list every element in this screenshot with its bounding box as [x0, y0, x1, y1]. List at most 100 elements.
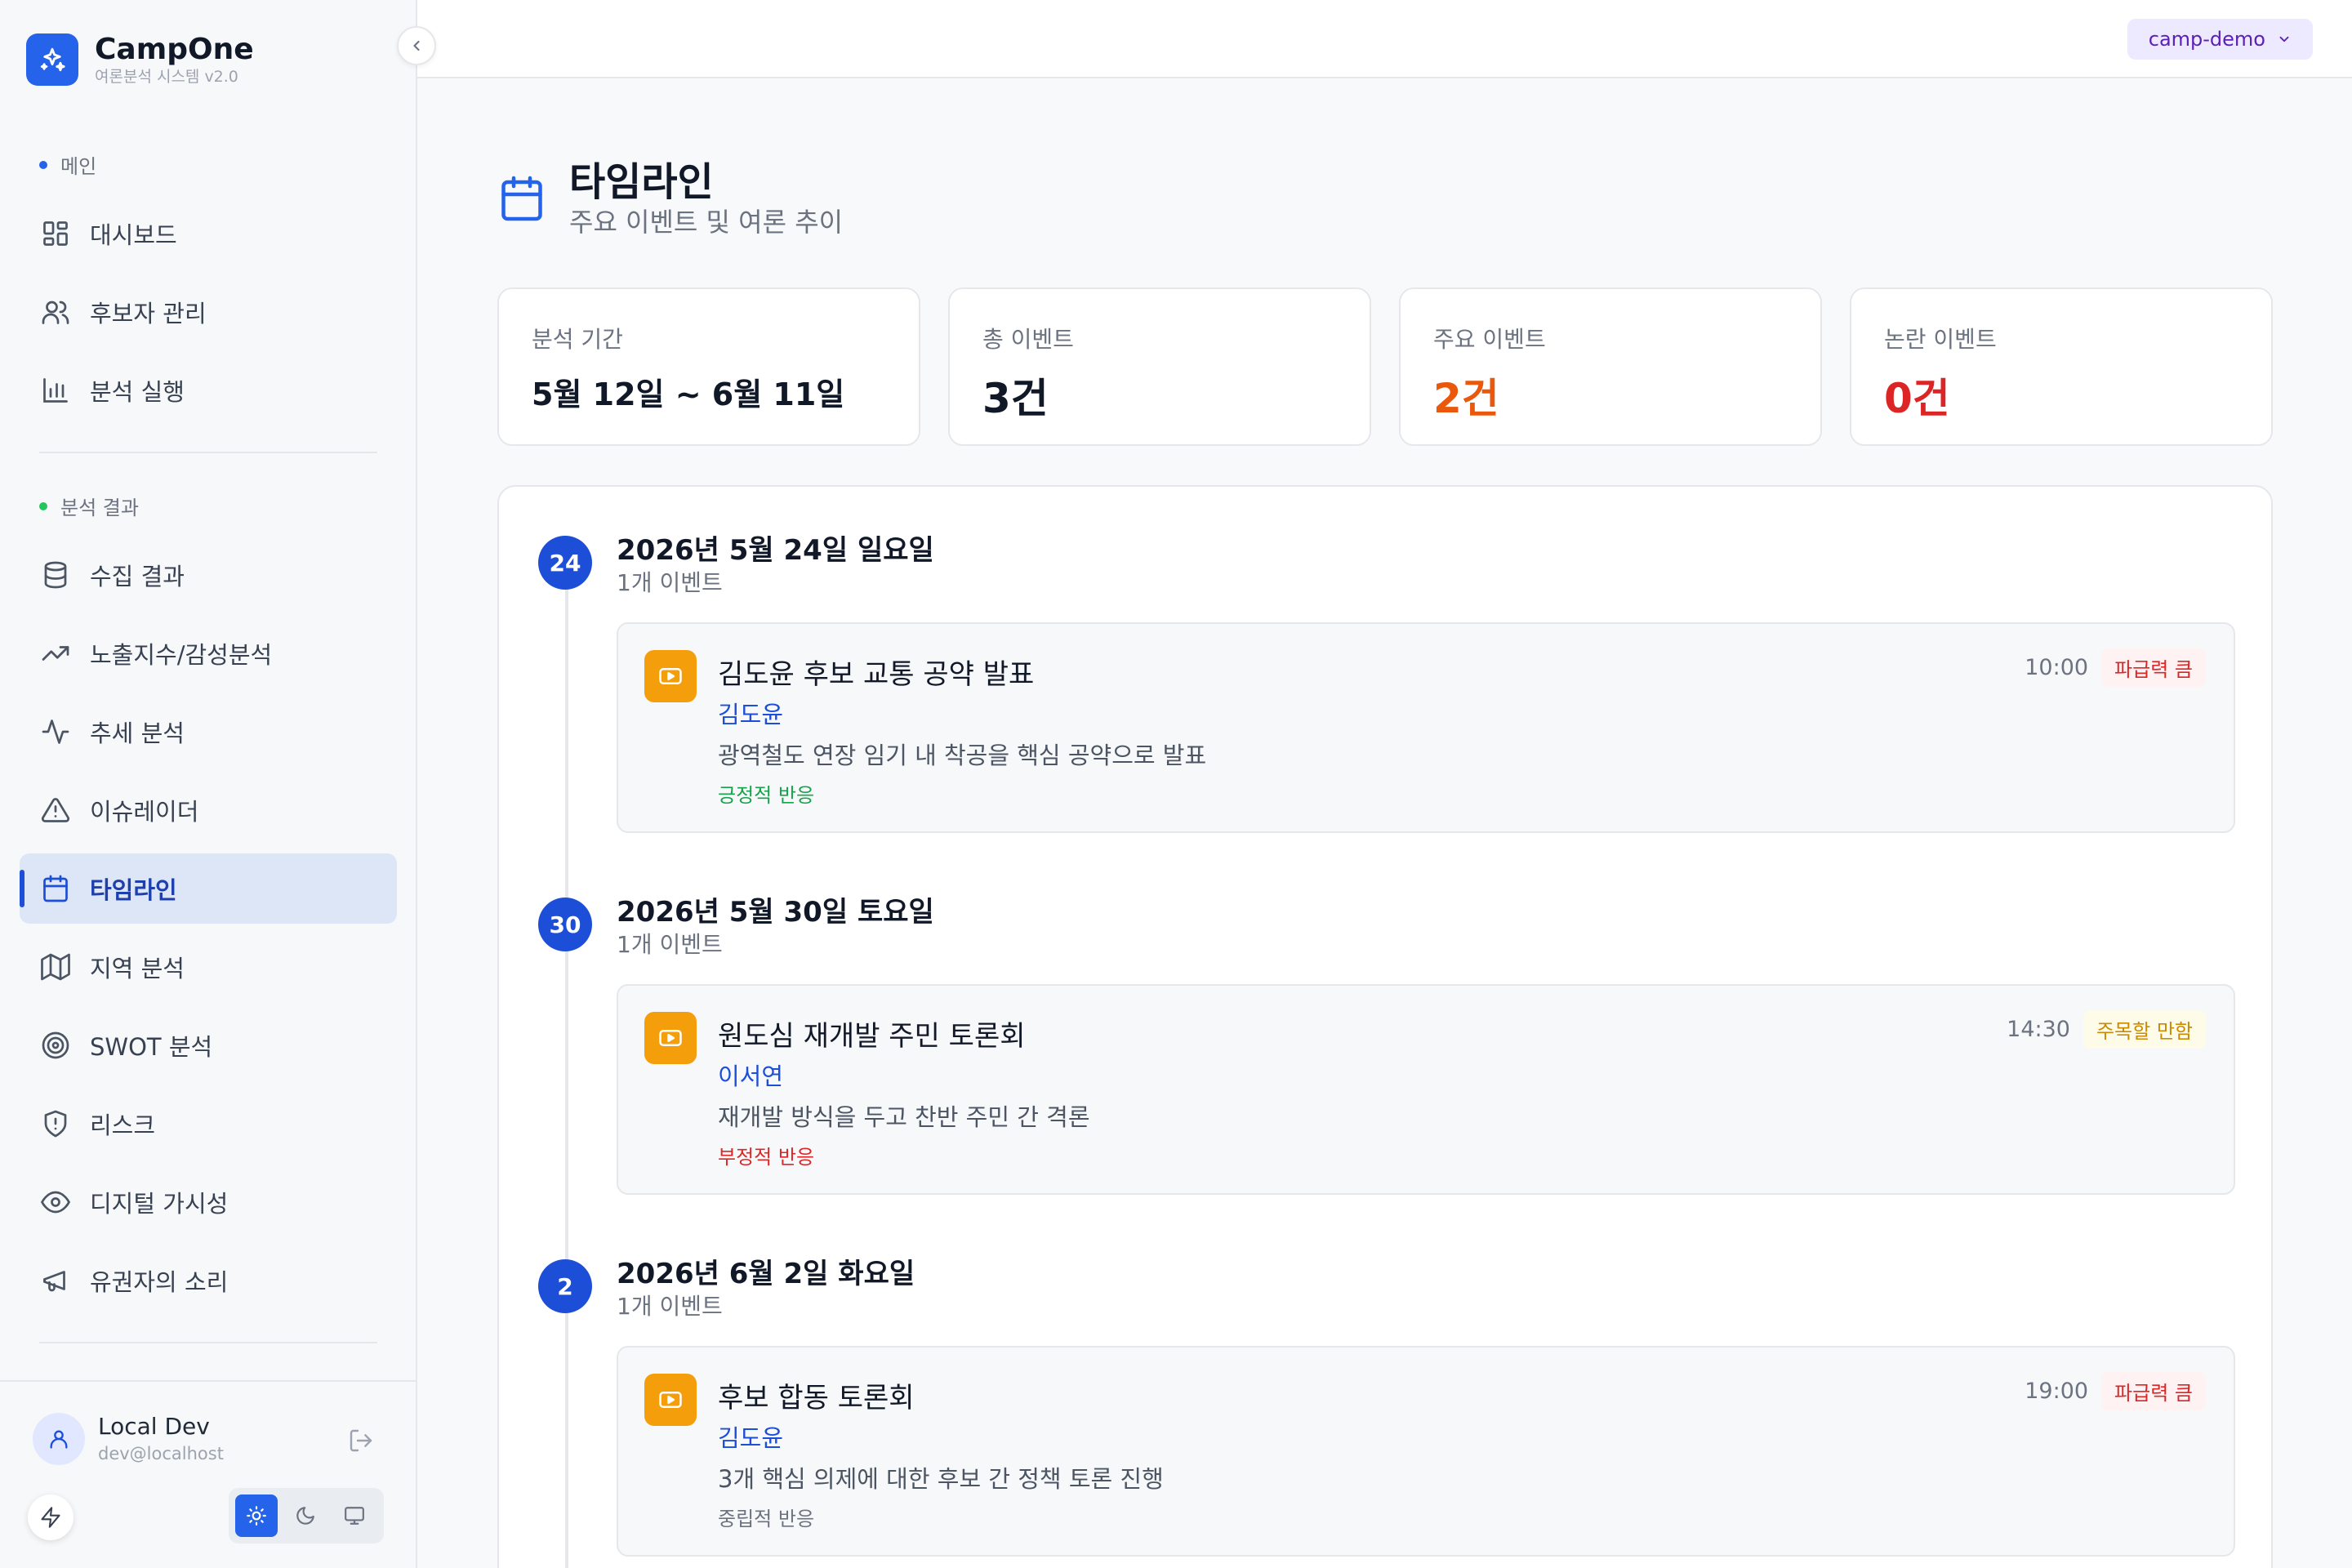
sidebar-item-digital-visibility[interactable]: 디지털 가시성 [20, 1167, 397, 1237]
workspace-selector[interactable]: camp-demo [2127, 19, 2313, 60]
video-icon [644, 1374, 697, 1426]
event-time: 14:30 [2007, 1017, 2070, 1042]
event-title: 후보 합동 토론회 [718, 1382, 915, 1414]
eye-icon [39, 1186, 72, 1218]
impact-badge: 파급력 큼 [2101, 648, 2206, 687]
users-icon [39, 296, 72, 328]
quick-action-button[interactable] [28, 1494, 74, 1540]
event-description: 3개 핵심 의제에 대한 후보 간 정책 토론 진행 [718, 1465, 1164, 1493]
sidebar-item-issue-radar[interactable]: 이슈레이더 [20, 775, 397, 845]
event-person-link[interactable]: 이서연 [718, 1058, 783, 1092]
section-dot [39, 160, 47, 169]
day-date: 2026년 5월 24일 일요일 [617, 534, 934, 567]
video-icon [644, 1012, 697, 1064]
stat-card-total-events: 총 이벤트 3건 [948, 287, 1371, 446]
sidebar-item-label: 분석 실행 [90, 378, 185, 406]
sidebar-item-label: 노출지수/감성분석 [90, 641, 273, 669]
bar-chart-icon [39, 374, 72, 407]
monitor-icon [345, 1507, 364, 1525]
event-person-link[interactable]: 김도윤 [718, 696, 783, 730]
section-label-results: 분석 결과 [39, 492, 139, 520]
event-person-link[interactable]: 김도윤 [718, 1419, 783, 1454]
stat-value: 5월 12일 ~ 6월 11일 [532, 376, 845, 412]
theme-light-button[interactable] [235, 1494, 278, 1537]
map-icon [39, 951, 72, 983]
event-description: 재개발 방식을 두고 찬반 주민 간 격론 [718, 1103, 1090, 1131]
sun-icon [247, 1506, 266, 1526]
event-time: 19:00 [2025, 1379, 2089, 1404]
timeline-line [565, 568, 568, 1568]
shield-icon [39, 1107, 72, 1140]
event-meta: 10:00 파급력 큼 [2025, 648, 2206, 687]
sidebar-item-voter-voice[interactable]: 유권자의 소리 [20, 1245, 397, 1316]
event-description: 광역철도 연장 임기 내 착공을 핵심 공약으로 발표 [718, 742, 1207, 769]
sidebar-item-label: 수집 결과 [90, 563, 185, 590]
day-event-count: 1개 이벤트 [617, 569, 723, 596]
theme-dark-button[interactable] [284, 1494, 327, 1537]
database-icon [39, 559, 72, 591]
stat-label: 주요 이벤트 [1433, 326, 1546, 353]
sidebar-item-swot[interactable]: SWOT 분석 [20, 1010, 397, 1080]
trending-up-icon [39, 637, 72, 670]
user-avatar[interactable] [33, 1413, 85, 1465]
calendar-icon [39, 872, 72, 905]
impact-badge: 주목할 만함 [2082, 1010, 2206, 1049]
day-date: 2026년 5월 30일 토요일 [617, 896, 934, 929]
workspace-label: camp-demo [2148, 28, 2265, 51]
day-badge: 24 [538, 536, 592, 590]
page-subtitle: 주요 이벤트 및 여론 추이 [569, 207, 844, 238]
activity-icon [39, 715, 72, 748]
sparkles-icon [26, 33, 78, 86]
sidebar-item-exposure-sentiment[interactable]: 노출지수/감성분석 [20, 618, 397, 688]
sidebar-footer: Local Dev dev@localhost [0, 1380, 417, 1568]
sidebar-item-trend[interactable]: 추세 분석 [20, 697, 397, 767]
stat-card-period: 분석 기간 5월 12일 ~ 6월 11일 [497, 287, 920, 446]
alert-triangle-icon [39, 794, 72, 826]
sidebar-item-run-analysis[interactable]: 분석 실행 [20, 355, 397, 425]
brand[interactable]: CampOne 여론분석 시스템 v2.0 [26, 33, 254, 87]
sidebar-divider [39, 1342, 377, 1343]
event-meta: 14:30 주목할 만함 [2007, 1010, 2206, 1049]
event-reaction: 중립적 반응 [718, 1508, 815, 1530]
stat-label: 총 이벤트 [982, 326, 1074, 353]
day-badge: 30 [538, 898, 592, 951]
sidebar-item-label: 후보자 관리 [90, 300, 207, 327]
section-label-text: 메인 [60, 155, 97, 178]
theme-system-button[interactable] [333, 1494, 376, 1537]
stat-card-controversy-events: 논란 이벤트 0건 [1850, 287, 2273, 446]
sidebar-item-timeline[interactable]: 타임라인 [20, 853, 397, 924]
sidebar-item-collection[interactable]: 수집 결과 [20, 540, 397, 610]
logout-button[interactable] [343, 1423, 379, 1459]
sidebar-item-label: SWOT 분석 [90, 1033, 213, 1061]
top-bar: camp-demo [417, 0, 2352, 78]
event-card[interactable]: 후보 합동 토론회 김도윤 3개 핵심 의제에 대한 후보 간 정책 토론 진행… [617, 1346, 2235, 1557]
bolt-icon [41, 1507, 60, 1528]
dashboard-icon [39, 217, 72, 250]
chevron-left-icon [413, 40, 420, 51]
event-card[interactable]: 김도윤 후보 교통 공약 발표 김도윤 광역철도 연장 임기 내 착공을 핵심 … [617, 622, 2235, 833]
event-card[interactable]: 원도심 재개발 주민 토론회 이서연 재개발 방식을 두고 찬반 주민 간 격론… [617, 984, 2235, 1195]
collapse-sidebar-button[interactable] [397, 26, 436, 65]
calendar-icon [501, 176, 542, 221]
sidebar-item-label: 타임라인 [90, 876, 177, 904]
sidebar-item-label: 이슈레이더 [90, 798, 199, 826]
moon-icon [296, 1507, 314, 1525]
video-icon [644, 650, 697, 702]
user-icon [50, 1430, 68, 1449]
sidebar-item-dashboard[interactable]: 대시보드 [20, 198, 397, 269]
sidebar-item-risk[interactable]: 리스크 [20, 1089, 397, 1159]
brand-subtitle: 여론분석 시스템 v2.0 [95, 68, 238, 86]
event-reaction: 부정적 반응 [718, 1146, 815, 1169]
sidebar-item-region[interactable]: 지역 분석 [20, 932, 397, 1002]
stat-label: 분석 기간 [532, 326, 623, 353]
sidebar-item-label: 대시보드 [90, 221, 177, 249]
target-icon [39, 1029, 72, 1062]
sidebar-item-label: 추세 분석 [90, 719, 185, 747]
event-title: 원도심 재개발 주민 토론회 [718, 1020, 1026, 1053]
page-title: 타임라인 [569, 159, 714, 205]
theme-switcher [229, 1488, 384, 1544]
section-dot [39, 501, 47, 510]
stat-card-major-events: 주요 이벤트 2건 [1399, 287, 1822, 446]
stat-label: 논란 이벤트 [1884, 326, 1997, 353]
sidebar-item-candidates[interactable]: 후보자 관리 [20, 277, 397, 347]
